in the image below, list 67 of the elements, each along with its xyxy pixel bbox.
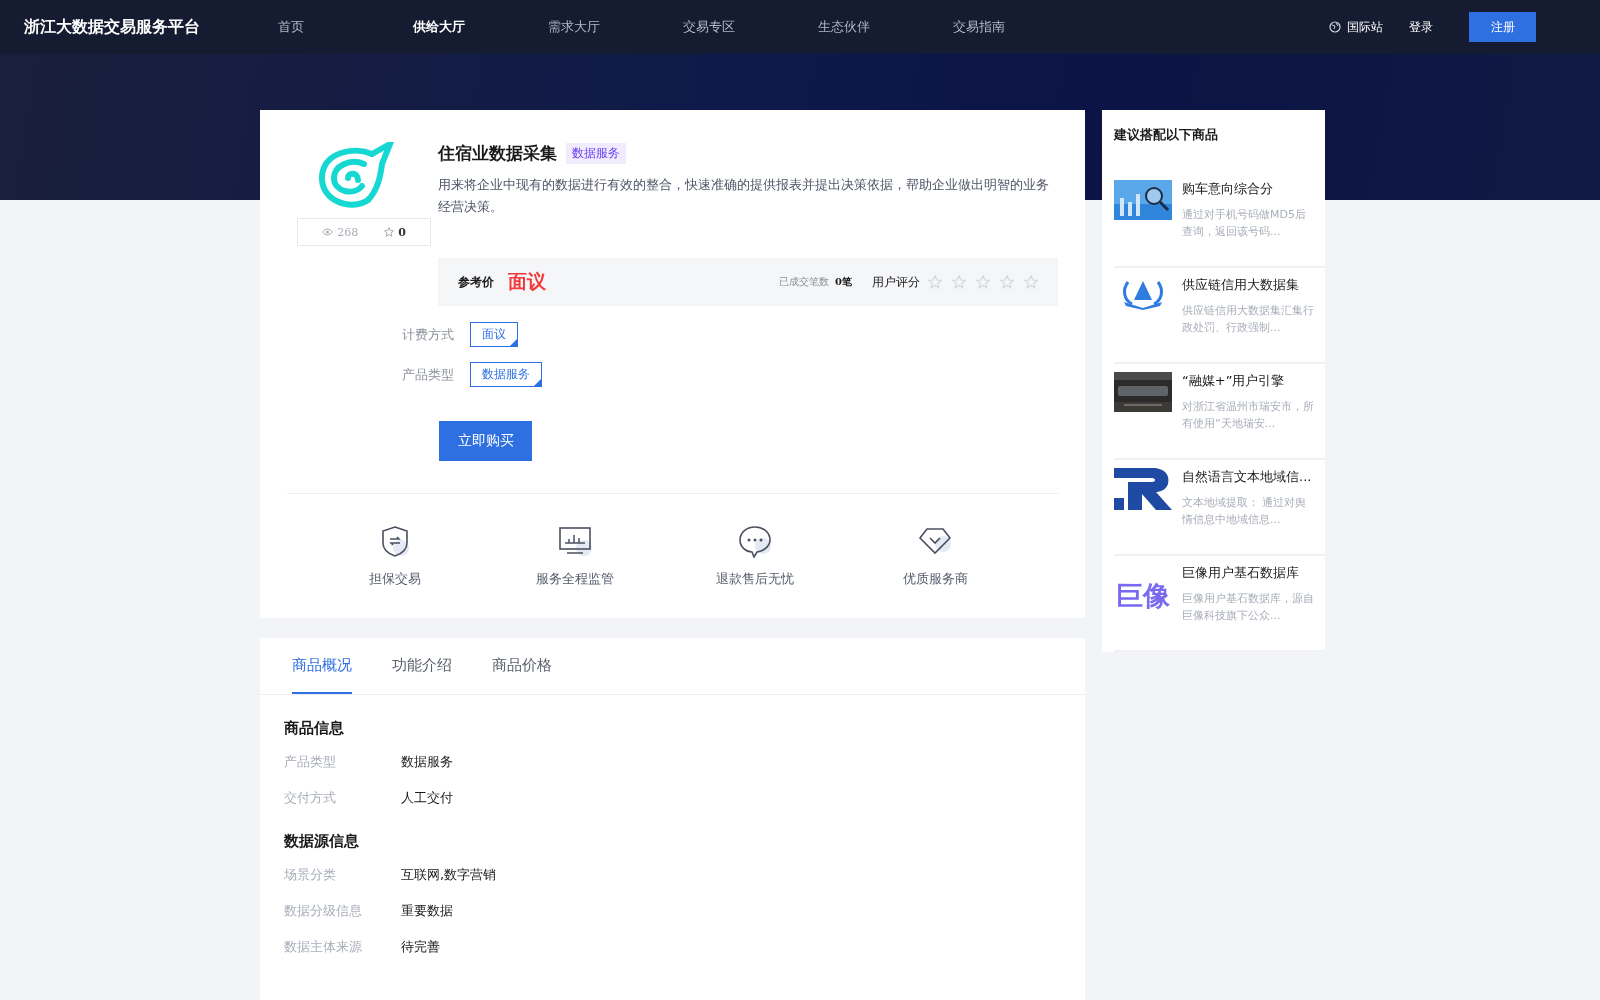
brand-wordmark: 巨像: [1116, 579, 1170, 613]
content-tab[interactable]: 商品概况: [292, 638, 352, 694]
international-link[interactable]: 国际站: [1347, 18, 1383, 36]
guarantee-label: 担保交易: [369, 570, 421, 588]
nav-link[interactable]: 供给大厅: [413, 18, 548, 36]
guarantee-label: 服务全程监管: [536, 570, 614, 588]
panel-title: 建议搭配以下商品: [1114, 126, 1219, 144]
register-button[interactable]: 注册: [1469, 12, 1536, 42]
content-tab[interactable]: 商品价格: [492, 638, 552, 694]
product-link[interactable]: 供应链信用大数据集: [1182, 276, 1315, 294]
section-title: 商品信息: [284, 719, 345, 738]
star-icon: [952, 275, 966, 289]
price-label: 参考价: [458, 273, 494, 291]
product-link[interactable]: “融媒+”用户引擎: [1182, 372, 1315, 390]
star-icon: [1024, 275, 1038, 289]
section-title: 数据源信息: [284, 832, 360, 851]
view-count: 268: [337, 225, 359, 239]
field-value: 重要数据: [401, 902, 453, 920]
field-label: 产品类型: [284, 753, 337, 771]
category-tag: 数据服务: [566, 143, 626, 164]
field-value: 待完善: [401, 938, 440, 956]
deals-label: 已成交笔数: [779, 275, 830, 289]
product-link[interactable]: 购车意向综合分: [1182, 180, 1315, 198]
logo-mark-icon: [1114, 468, 1172, 510]
option-label: 计费方式: [402, 325, 454, 344]
deals-count: 0笔: [835, 275, 852, 289]
star-icon: [928, 275, 942, 289]
guarantee-label: 退款售后无忧: [716, 570, 794, 588]
favorite-count: 0: [398, 225, 406, 239]
chat-bubble-icon: [738, 524, 772, 558]
option-chip[interactable]: 数据服务: [470, 362, 542, 387]
price-value: 面议: [508, 269, 546, 294]
product-summary: 巨像用户基石数据库，源自巨像科技旗下公众...: [1182, 591, 1315, 624]
eye-icon: [322, 228, 334, 236]
field-label: 数据分级信息: [284, 902, 363, 920]
buy-now-button[interactable]: 立即购买: [439, 421, 532, 461]
star-icon: [976, 275, 990, 289]
star-icon: [1000, 275, 1014, 289]
globe-icon: [1329, 21, 1341, 33]
option-chip[interactable]: 面议: [470, 322, 518, 347]
nav-link[interactable]: 需求大厅: [548, 18, 683, 36]
nav-link[interactable]: 首页: [278, 18, 413, 36]
product-title: 住宿业数据采集: [438, 142, 557, 165]
product-summary: 通过对手机号码做MD5后查询，返回该号码...: [1182, 207, 1307, 240]
login-link[interactable]: 登录: [1409, 18, 1433, 36]
nav-link[interactable]: 交易专区: [683, 18, 818, 36]
field-label: 场景分类: [284, 866, 337, 884]
product-summary: 文本地域提取： 通过对舆情信息中地域信息...: [1182, 495, 1308, 528]
content-tab[interactable]: 功能介绍: [392, 638, 452, 694]
monitor-chart-icon: [557, 524, 593, 558]
rating-label: 用户评分: [872, 273, 920, 291]
site-logo[interactable]: 浙江大数据交易服务平台: [24, 16, 264, 38]
product-link[interactable]: 自然语言文本地域信...: [1182, 468, 1315, 486]
nav-link[interactable]: 生态伙伴: [818, 18, 953, 36]
product-link[interactable]: 巨像用户基石数据库: [1182, 564, 1315, 582]
product-description: 用来将企业中现有的数据进行有效的整合，快速准确的提供报表并提出决策依据，帮助企业做出明智的业务经营决策。: [438, 176, 1050, 216]
field-value: 互联网,数字营销: [401, 866, 497, 884]
nav-link[interactable]: 交易指南: [953, 18, 1088, 36]
option-label: 产品类型: [402, 365, 454, 384]
field-label: 交付方式: [284, 789, 337, 807]
product-summary: 供应链信用大数据集汇集行政处罚、行政强制...: [1182, 303, 1315, 336]
field-value: 人工交付: [401, 789, 453, 807]
product-summary: 对浙江省温州市瑞安市，所有使用“天地瑞安...: [1182, 399, 1315, 432]
guarantee-label: 优质服务商: [902, 570, 968, 588]
field-label: 数据主体来源: [284, 938, 363, 956]
field-value: 数据服务: [401, 753, 453, 771]
star-icon[interactable]: [384, 227, 395, 237]
